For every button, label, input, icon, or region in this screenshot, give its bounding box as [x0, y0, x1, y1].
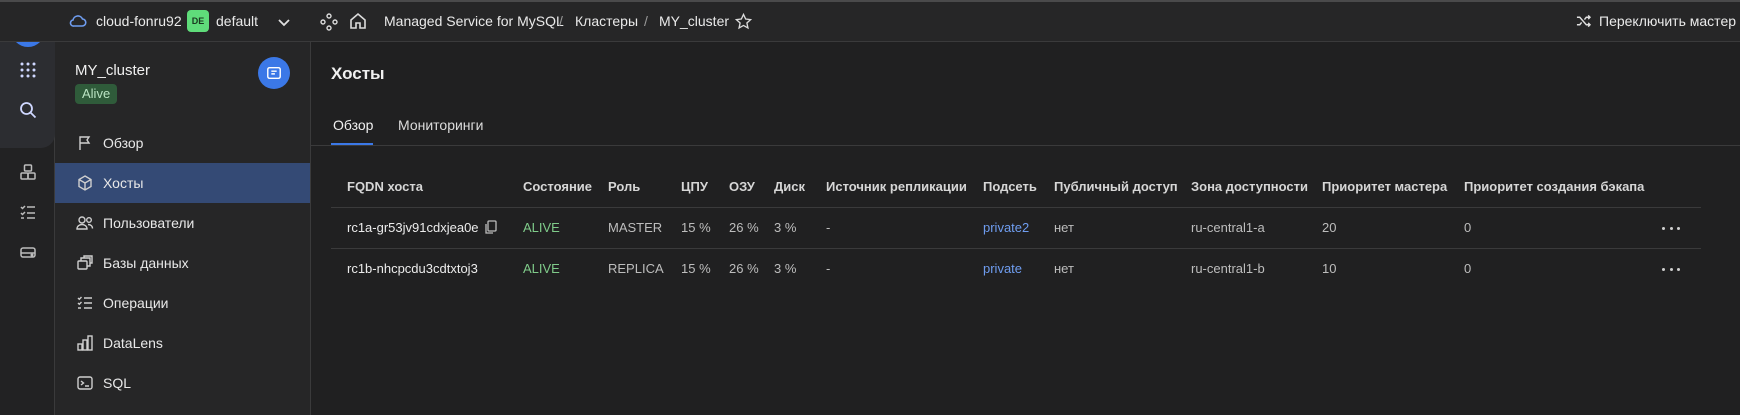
- page-title: Хосты: [331, 64, 385, 83]
- column-header-replication-source: Источник репликации: [826, 179, 967, 194]
- breadcrumb-separator: /: [559, 13, 563, 29]
- cloud-name[interactable]: cloud-fonru92: [96, 13, 182, 29]
- host-state: ALIVE: [523, 220, 560, 235]
- services-icon[interactable]: [17, 161, 39, 183]
- host-replication-source: -: [826, 220, 831, 235]
- sidebar-item-label: Базы данных: [103, 255, 189, 271]
- left-rail: [0, 0, 55, 415]
- host-cpu: 15 %: [681, 261, 711, 276]
- host-fqdn: rc1a-gr53jv91cdxjea0e: [347, 220, 479, 235]
- users-icon: [75, 213, 95, 233]
- row-divider: [331, 248, 1701, 249]
- cluster-name: MY_cluster: [75, 62, 151, 79]
- sidebar-item-operations[interactable]: Операции: [55, 283, 310, 323]
- host-public-access: нет: [1054, 220, 1074, 235]
- breadcrumb-separator: /: [644, 13, 648, 29]
- storage-icon[interactable]: [17, 241, 39, 263]
- host-role: REPLICA: [608, 261, 664, 276]
- host-state: ALIVE: [523, 261, 560, 276]
- host-zone: ru-central1-a: [1191, 220, 1265, 235]
- row-actions-icon[interactable]: [1662, 223, 1680, 233]
- host-backup-priority: 0: [1464, 220, 1472, 235]
- flag-icon: [75, 133, 95, 153]
- cloud-icon: [69, 13, 87, 32]
- databases-icon: [75, 253, 95, 273]
- column-header-public-access: Публичный доступ: [1054, 179, 1178, 194]
- host-ram: 26 %: [729, 220, 759, 235]
- status-badge: Alive: [75, 84, 118, 104]
- column-header-backup-priority: Приоритет создания бэкапа: [1464, 179, 1645, 194]
- column-header-ram: ОЗУ: [729, 179, 755, 194]
- sidebar-item-label: Обзор: [103, 135, 144, 151]
- host-backup-priority: 0: [1464, 261, 1472, 276]
- row-actions-icon[interactable]: [1662, 264, 1680, 274]
- host-zone: ru-central1-b: [1191, 261, 1265, 276]
- shuffle-icon[interactable]: [1576, 14, 1592, 31]
- top-border: [0, 0, 1740, 2]
- host-subnet-link[interactable]: private: [983, 261, 1022, 276]
- sidebar-item-sql[interactable]: SQL: [55, 363, 310, 403]
- column-header-zone: Зона доступности: [1191, 179, 1309, 194]
- mysql-logo-icon: [258, 57, 290, 89]
- row-divider: [331, 207, 1701, 208]
- sidebar-item-datalens[interactable]: DataLens: [55, 323, 310, 363]
- sidebar-item-label: Операции: [103, 295, 169, 311]
- host-ram: 26 %: [729, 261, 759, 276]
- host-disk: 3 %: [774, 261, 797, 276]
- column-header-disk: Диск: [774, 179, 805, 194]
- home-icon[interactable]: [349, 12, 367, 33]
- host-disk: 3 %: [774, 220, 797, 235]
- folder-badge: DE: [187, 10, 209, 32]
- breadcrumb-service[interactable]: Managed Service for MySQL: [384, 13, 564, 29]
- sidebar-item-label: DataLens: [103, 335, 163, 351]
- search-icon[interactable]: [17, 99, 39, 121]
- folder-name[interactable]: default: [216, 13, 258, 29]
- sidebar-item-label: Пользователи: [103, 215, 195, 231]
- cube-icon: [75, 173, 95, 193]
- column-header-subnet: Подсеть: [983, 179, 1037, 194]
- star-icon[interactable]: [734, 12, 753, 33]
- column-header-master-priority: Приоритет мастера: [1322, 179, 1448, 194]
- operations-icon: [75, 293, 95, 313]
- checklist-icon[interactable]: [17, 201, 39, 223]
- column-header-cpu: ЦПУ: [681, 179, 708, 194]
- host-subnet-link[interactable]: private2: [983, 220, 1029, 235]
- breadcrumb-clusters[interactable]: Кластеры: [575, 13, 638, 29]
- host-fqdn: rc1b-nhcpcdu3cdtxtoj3: [347, 261, 478, 276]
- sidebar-item-overview[interactable]: Обзор: [55, 123, 310, 163]
- sidebar-item-databases[interactable]: Базы данных: [55, 243, 310, 283]
- chart-icon: [75, 333, 95, 353]
- sidebar-item-label: Хосты: [103, 175, 144, 191]
- host-replication-source: -: [826, 261, 831, 276]
- sidebar-item-users[interactable]: Пользователи: [55, 203, 310, 243]
- copy-icon[interactable]: [484, 220, 497, 238]
- switch-master-button[interactable]: Переключить мастер: [1599, 13, 1736, 29]
- tab-overview[interactable]: Обзор: [333, 117, 373, 133]
- host-role: MASTER: [608, 220, 663, 235]
- sidebar-item-label: SQL: [103, 375, 132, 391]
- sidebar-item-hosts[interactable]: Хосты: [55, 163, 310, 203]
- host-master-priority: 20: [1322, 220, 1337, 235]
- column-header-state: Состояние: [523, 179, 593, 194]
- chevron-down-icon[interactable]: [277, 15, 291, 31]
- cluster-sidebar: MY_cluster Alive Обзор Хосты Пользовател…: [55, 42, 311, 415]
- terminal-icon: [75, 373, 95, 393]
- breadcrumb-cluster[interactable]: MY_cluster: [659, 13, 729, 29]
- column-header-role: Роль: [608, 179, 641, 194]
- grid-menu-icon[interactable]: [17, 59, 39, 81]
- column-header-fqdn: FQDN хоста: [347, 179, 423, 194]
- service-graph-icon[interactable]: [320, 13, 338, 34]
- host-cpu: 15 %: [681, 220, 711, 235]
- top-bar: cloud-fonru92 DE default Managed Service…: [0, 0, 1740, 42]
- host-master-priority: 10: [1322, 261, 1337, 276]
- host-public-access: нет: [1054, 261, 1074, 276]
- tabs-divider: [311, 145, 1740, 146]
- tab-monitoring[interactable]: Мониторинги: [398, 117, 483, 133]
